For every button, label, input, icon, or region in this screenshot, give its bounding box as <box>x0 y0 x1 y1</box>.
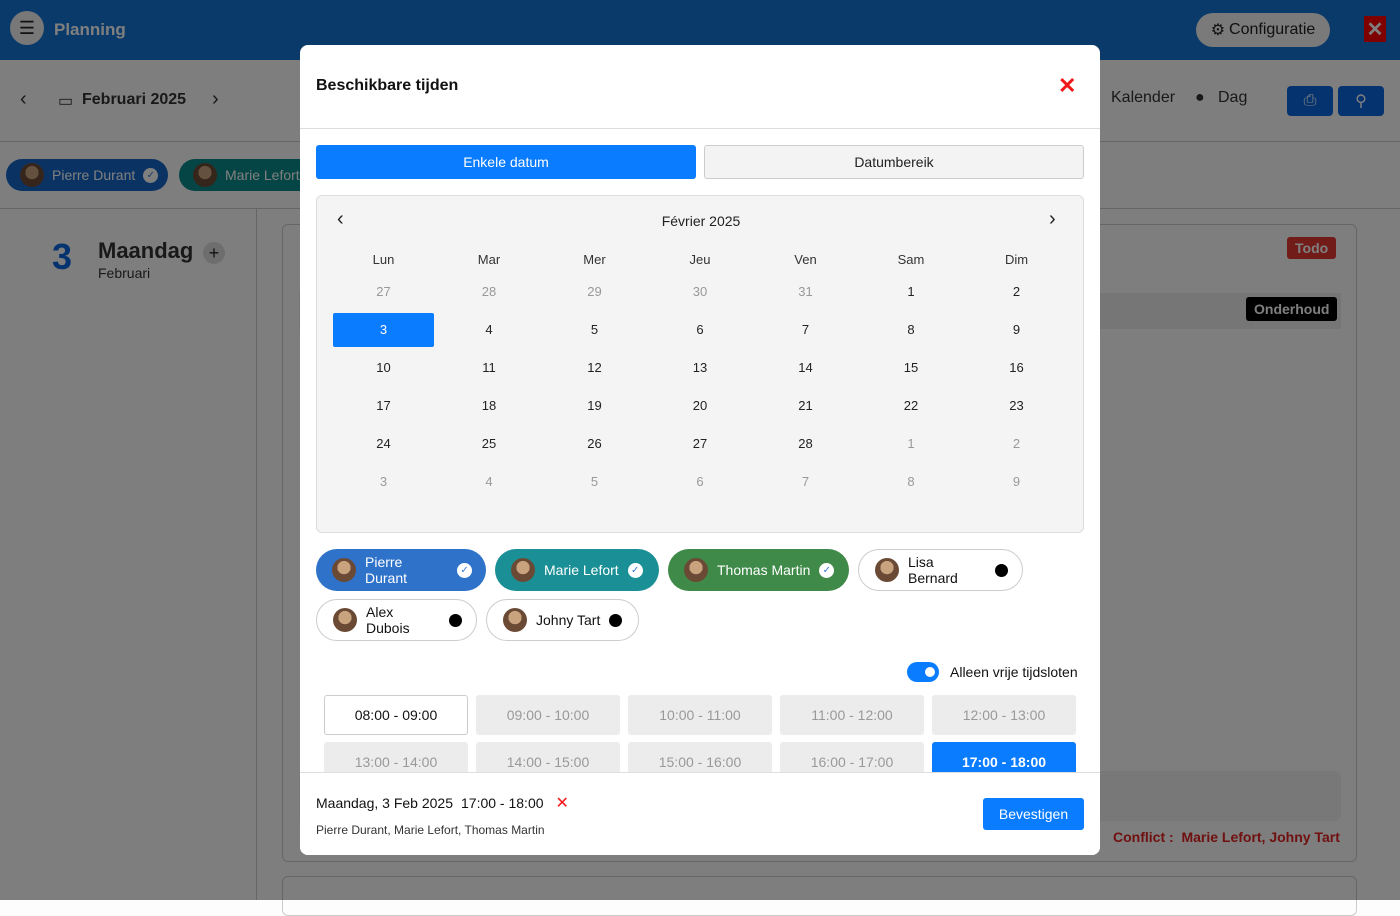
weekday-label: Jeu <box>689 252 711 267</box>
calendar-day[interactable]: 7 <box>755 465 856 499</box>
summary-date: Maandag, 3 Feb 2025 <box>316 795 453 811</box>
avatar <box>875 558 899 582</box>
calendar-day[interactable]: 8 <box>861 313 962 347</box>
weekday-label: Dim <box>1004 252 1029 267</box>
weekday-label: Ven <box>794 252 817 267</box>
avatar <box>503 608 527 632</box>
free-slots-toggle[interactable] <box>907 662 939 682</box>
time-slot[interactable]: 09:00 - 10:00 <box>476 695 620 735</box>
calendar-day[interactable]: 30 <box>650 275 751 309</box>
person-chip[interactable]: Marie Lefort ✓ <box>495 549 659 591</box>
calendar-day[interactable]: 27 <box>333 275 434 309</box>
calendar-day[interactable]: 11 <box>439 351 540 385</box>
time-slot[interactable]: 10:00 - 11:00 <box>628 695 772 735</box>
selection-summary: Maandag, 3 Feb 2025 17:00 - 18:00 ✕ <box>316 793 569 813</box>
calendar-day[interactable]: 3 <box>333 465 434 499</box>
person-name: Thomas Martin <box>717 562 811 578</box>
person-chip[interactable]: Pierre Durant ✓ <box>316 549 486 591</box>
calendar-day[interactable]: 31 <box>755 275 856 309</box>
person-name: Alex Dubois <box>366 604 410 636</box>
check-icon: ✓ <box>627 562 643 578</box>
calendar-day[interactable]: 5 <box>544 313 645 347</box>
check-icon: ✓ <box>457 562 472 578</box>
avatar <box>684 558 708 582</box>
calendar-day[interactable]: 3 <box>333 313 434 347</box>
time-slot[interactable]: 12:00 - 13:00 <box>932 695 1076 735</box>
avatar <box>333 608 357 632</box>
confirm-button[interactable]: Bevestigen <box>983 798 1084 830</box>
calendar-day[interactable]: 23 <box>966 389 1067 423</box>
tab-date-range[interactable]: Datumbereik <box>704 145 1084 179</box>
calendar-day[interactable]: 29 <box>544 275 645 309</box>
weekday-label: Mer <box>583 252 606 267</box>
unselected-dot-icon <box>995 563 1008 577</box>
modal-title: Beschikbare tijden <box>316 77 459 94</box>
calendar-day[interactable]: 1 <box>861 427 962 461</box>
calendar-day[interactable]: 24 <box>333 427 434 461</box>
weekday-label: Mar <box>477 252 501 267</box>
calendar-day[interactable]: 13 <box>650 351 751 385</box>
calendar-day[interactable]: 16 <box>966 351 1067 385</box>
calendar-day[interactable]: 4 <box>439 465 540 499</box>
person-name: Pierre Durant <box>365 554 408 586</box>
calendar-day[interactable]: 15 <box>861 351 962 385</box>
calendar-day[interactable]: 22 <box>861 389 962 423</box>
person-chip[interactable]: Lisa Bernard <box>858 549 1023 591</box>
time-slot[interactable]: 11:00 - 12:00 <box>780 695 924 735</box>
person-name: Johny Tart <box>536 612 601 628</box>
calendar-day[interactable]: 7 <box>755 313 856 347</box>
calendar-day[interactable]: 6 <box>650 313 751 347</box>
calendar-day[interactable]: 21 <box>755 389 856 423</box>
person-name: Marie Lefort <box>544 562 619 578</box>
person-chip[interactable]: Thomas Martin ✓ <box>668 549 849 591</box>
calendar-day[interactable]: 28 <box>755 427 856 461</box>
divider <box>300 128 1100 129</box>
calendar-day[interactable]: 28 <box>439 275 540 309</box>
calendar-day[interactable]: 2 <box>966 427 1067 461</box>
calendar-day[interactable]: 4 <box>439 313 540 347</box>
modal-footer: Maandag, 3 Feb 2025 17:00 - 18:00 ✕ Pierre… <box>300 772 1100 855</box>
summary-people: Pierre Durant, Marie Lefort, Thomas Mart… <box>316 823 545 837</box>
available-times-modal: Beschikbare tijden ✕ Enkele datum Datumb… <box>300 45 1100 855</box>
calendar-day[interactable]: 9 <box>966 313 1067 347</box>
clear-selection-icon[interactable]: ✕ <box>556 793 569 813</box>
calendar-day[interactable]: 5 <box>544 465 645 499</box>
avatar <box>511 558 535 582</box>
calendar-day[interactable]: 19 <box>544 389 645 423</box>
calendar-day[interactable]: 2 <box>966 275 1067 309</box>
calendar-day[interactable]: 8 <box>861 465 962 499</box>
calendar-day[interactable]: 12 <box>544 351 645 385</box>
calendar-day[interactable]: 6 <box>650 465 751 499</box>
weekday-label: Lun <box>372 252 395 267</box>
person-chip[interactable]: Alex Dubois <box>316 599 477 641</box>
calendar-day[interactable]: 1 <box>861 275 962 309</box>
check-icon: ✓ <box>819 562 835 578</box>
tab-single-date[interactable]: Enkele datum <box>316 145 696 179</box>
unselected-dot-icon <box>609 613 623 627</box>
calendar-month-title: Février 2025 <box>661 213 741 229</box>
toggle-label: Alleen vrije tijdsloten <box>950 664 1078 680</box>
calendar-day[interactable]: 17 <box>333 389 434 423</box>
person-chip[interactable]: Johny Tart <box>486 599 639 641</box>
person-name: Lisa Bernard <box>908 554 958 586</box>
chevron-right-icon[interactable]: › <box>1049 208 1056 231</box>
calendar-day[interactable]: 27 <box>650 427 751 461</box>
unselected-dot-icon <box>449 613 462 627</box>
calendar-day[interactable]: 14 <box>755 351 856 385</box>
date-picker: ‹ Février 2025 › Lun Mar Mer Jeu Ven Sam Dim 27… <box>316 195 1084 533</box>
calendar-day[interactable]: 18 <box>439 389 540 423</box>
calendar-day[interactable]: 25 <box>439 427 540 461</box>
time-slot[interactable]: 08:00 - 09:00 <box>324 695 468 735</box>
calendar-day[interactable]: 20 <box>650 389 751 423</box>
close-icon[interactable]: ✕ <box>1058 73 1076 99</box>
calendar-day[interactable]: 10 <box>333 351 434 385</box>
weekday-label: Sam <box>897 252 925 267</box>
calendar-day[interactable]: 9 <box>966 465 1067 499</box>
avatar <box>332 558 356 582</box>
summary-time: 17:00 - 18:00 <box>461 795 544 811</box>
calendar-day[interactable]: 26 <box>544 427 645 461</box>
